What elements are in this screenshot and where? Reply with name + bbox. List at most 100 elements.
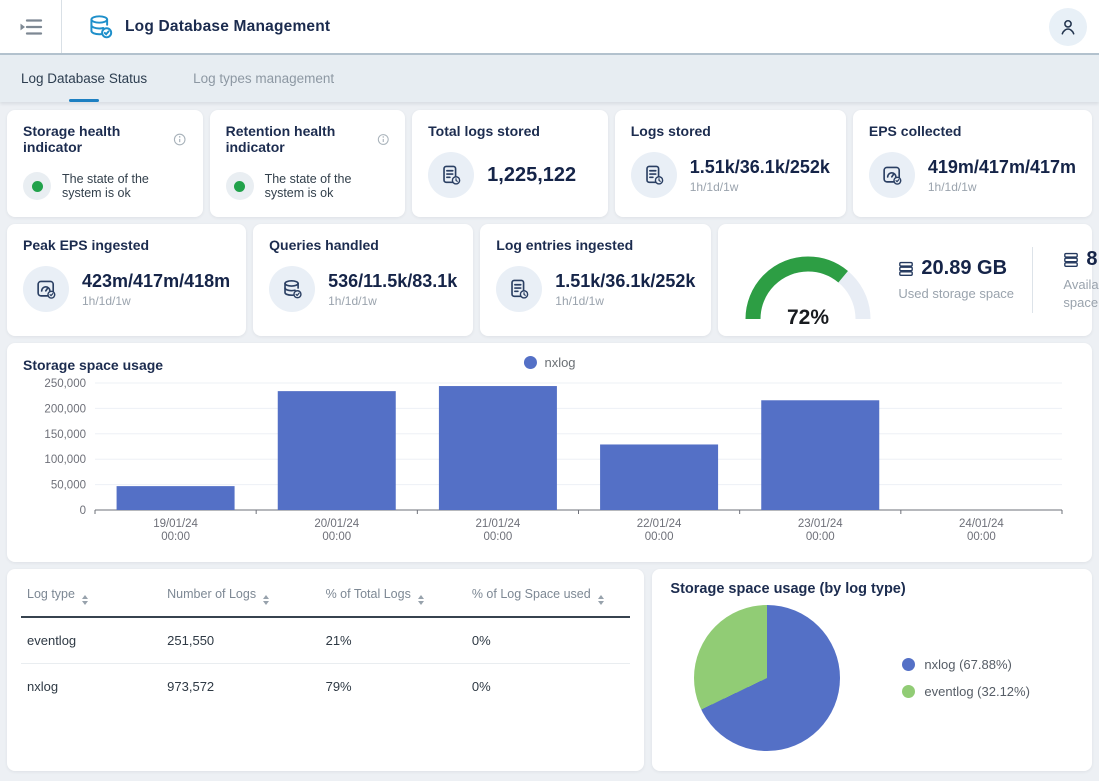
card-storage-summary: 72% 20.89 GB Used storage space (718, 224, 1092, 336)
storage-disks-icon (1063, 252, 1079, 268)
legend-dot (902, 685, 915, 698)
available-storage-label: Available storage space (1063, 276, 1099, 311)
x-axis-tick-label: 20/01/24 (314, 518, 359, 530)
cards-row-2: Peak EPS ingested 423m/417m/418m (7, 224, 1092, 336)
bar-19-01-24[interactable] (117, 486, 235, 510)
used-storage-value: 20.89 GB (921, 257, 1007, 280)
pie-legend-item-eventlog[interactable]: eventlog (32.12%) (902, 684, 1030, 699)
card-title: EPS collected (869, 123, 1076, 139)
info-icon[interactable] (173, 132, 186, 147)
x-axis-tick-label: 00:00 (484, 531, 513, 543)
legend-dot (902, 658, 915, 671)
eps-meter-icon (23, 266, 69, 312)
legend-label: nxlog (67.88%) (924, 657, 1011, 672)
card-title: Peak EPS ingested (23, 237, 230, 253)
card-queries-handled: Queries handled 536/11 (253, 224, 473, 336)
x-axis-tick-label: 00:00 (322, 531, 351, 543)
column-header-of-total-logs[interactable]: % of Total Logs (320, 573, 466, 617)
bottom-row: Log type Number of Logs % of Total Logs % o… (7, 569, 1092, 771)
card-log-entries-ingested: Log entries ingested 1.51k/36.1k/252k 1h… (480, 224, 711, 336)
metric-period: 1h/1d/1w (690, 180, 830, 194)
x-axis-tick-label: 00:00 (645, 531, 674, 543)
card-storage-space-usage-chart: Storage space usage nxlog 050,000100,000… (7, 343, 1092, 562)
log-document-icon-glyph (507, 277, 531, 301)
bar-20-01-24[interactable] (278, 391, 396, 510)
y-axis-tick-label: 100,000 (44, 454, 86, 466)
log-document-icon (631, 152, 677, 198)
bar-chart-svg: 050,000100,000150,000200,000250,00019/01… (23, 373, 1076, 547)
card-log-types-table: Log type Number of Logs % of Total Logs % o… (7, 569, 644, 771)
pie-chart[interactable] (694, 605, 840, 751)
metric-value: 423m/417m/418m (82, 271, 230, 292)
column-header-log-type[interactable]: Log type (21, 573, 161, 617)
eps-meter-icon (869, 152, 915, 198)
metric-period: 1h/1d/1w (928, 180, 1076, 194)
tab-bar: Log Database Status Log types management (0, 55, 1099, 102)
table-cell: 973,572 (161, 664, 319, 710)
x-axis-tick-label: 24/01/24 (959, 518, 1004, 530)
table-header: Log type Number of Logs % of Total Logs % o… (21, 573, 630, 617)
status-text: The state of the system is ok (265, 172, 390, 200)
chart-legend[interactable]: nxlog (523, 355, 575, 370)
eps-meter-icon-glyph (34, 277, 58, 301)
metric-value: 536/11.5k/83.1k (328, 271, 457, 292)
tab-log-types-management[interactable]: Log types management (193, 55, 334, 102)
table-cell: 79% (320, 664, 466, 710)
storage-usage-gauge: 72% (732, 231, 884, 329)
tab-label: Log types management (193, 71, 334, 86)
sidebar-toggle-button[interactable] (0, 0, 62, 53)
table-cell: eventlog (21, 617, 161, 664)
column-label: Log type (27, 587, 75, 601)
table-cell: 0% (466, 617, 631, 664)
column-header-number-of-logs[interactable]: Number of Logs (161, 573, 319, 617)
table-cell: 0% (466, 664, 631, 710)
card-retention-health: Retention health indicator The state of … (210, 110, 406, 217)
table-body: eventlog251,55021%0%nxlog973,57279%0% (21, 617, 630, 709)
card-title: Total logs stored (428, 123, 592, 139)
sort-icon[interactable] (598, 595, 604, 605)
log-document-icon-glyph (439, 163, 463, 187)
sort-icon[interactable] (82, 595, 88, 605)
y-axis-tick-label: 200,000 (44, 403, 86, 415)
legend-label: eventlog (32.12%) (924, 684, 1030, 699)
bar-23-01-24[interactable] (761, 400, 879, 510)
x-axis-tick-label: 21/01/24 (476, 518, 521, 530)
user-avatar-button[interactable] (1049, 8, 1087, 46)
table-row: eventlog251,55021%0% (21, 617, 630, 664)
x-axis-tick-label: 23/01/24 (798, 518, 843, 530)
eps-meter-icon-glyph (880, 163, 904, 187)
status-dot-backdrop (23, 172, 51, 200)
card-peak-eps-ingested: Peak EPS ingested 423m/417m/418m (7, 224, 246, 336)
user-icon (1057, 16, 1079, 38)
x-axis-tick-label: 22/01/24 (637, 518, 682, 530)
card-title: Retention health indicator (226, 123, 370, 155)
metric-value: 1.51k/36.1k/252k (555, 271, 695, 292)
storage-disks-icon (898, 261, 914, 277)
table-row: nxlog973,57279%0% (21, 664, 630, 710)
status-dot (32, 181, 43, 192)
column-label: % of Total Logs (326, 587, 411, 601)
table-cell: 251,550 (161, 617, 319, 664)
pie-legend-item-nxlog[interactable]: nxlog (67.88%) (902, 657, 1030, 672)
metric-value: 419m/417m/417m (928, 157, 1076, 178)
column-label: Number of Logs (167, 587, 256, 601)
menu-unfold-icon (18, 16, 44, 38)
database-icon-glyph (280, 277, 304, 301)
tab-log-database-status[interactable]: Log Database Status (21, 55, 147, 102)
card-storage-usage-by-log-type: Storage space usage (by log type) nxlog … (652, 569, 1092, 771)
table-cell: nxlog (21, 664, 161, 710)
metric-period: 1h/1d/1w (555, 294, 695, 308)
sort-icon[interactable] (418, 595, 424, 605)
top-bar: Log Database Management (0, 0, 1099, 55)
bar-22-01-24[interactable] (600, 444, 718, 510)
y-axis-tick-label: 50,000 (51, 480, 86, 492)
dashboard-content: Storage health indicator The state of th… (0, 102, 1099, 771)
card-eps-collected: EPS collected 419m/417m/417m (853, 110, 1092, 217)
bar-21-01-24[interactable] (439, 386, 557, 510)
x-axis-tick-label: 00:00 (967, 531, 996, 543)
column-header-of-log-space-used[interactable]: % of Log Space used (466, 573, 631, 617)
sort-icon[interactable] (263, 595, 269, 605)
info-icon[interactable] (377, 132, 390, 147)
log-document-icon (496, 266, 542, 312)
app-title-group: Log Database Management (87, 14, 330, 40)
